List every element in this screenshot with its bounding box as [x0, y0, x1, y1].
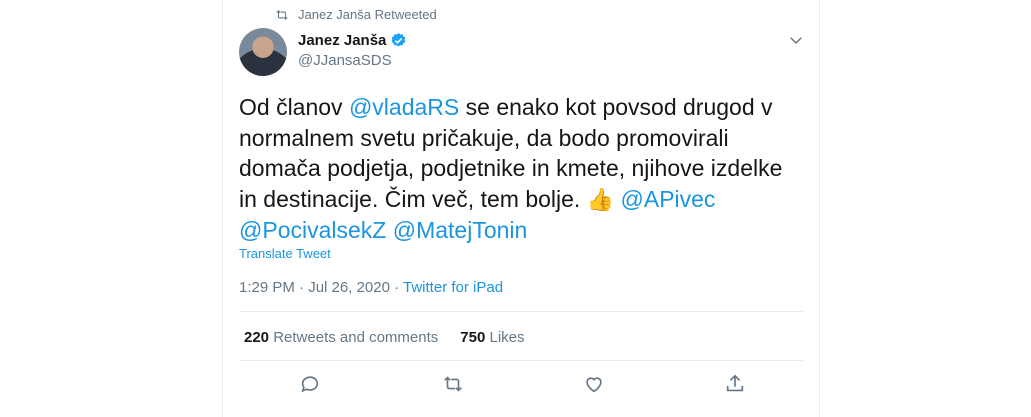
retweets-count: 220 — [244, 329, 270, 346]
tweet-time[interactable]: 1:29 PM — [239, 279, 295, 296]
avatar[interactable] — [239, 28, 287, 76]
retweet-context[interactable]: Janez Janša Retweeted — [275, 7, 437, 22]
tweet-text-part: Od članov — [239, 94, 349, 120]
tweet-card: Janez Janša Retweeted Janez Janša @JJans… — [222, 0, 820, 417]
retweet-button[interactable] — [442, 373, 466, 397]
tweet-source-link[interactable]: Twitter for iPad — [403, 279, 503, 296]
author-handle[interactable]: @JJansaSDS — [298, 52, 392, 69]
tweet-text: Od članov @vladaRS se enako kot povsod d… — [239, 92, 799, 246]
mention-link[interactable]: @APivec — [621, 186, 716, 212]
retweet-icon — [276, 9, 288, 20]
share-button[interactable] — [724, 373, 748, 397]
retweets-stat[interactable]: 220 Retweets and comments — [244, 329, 438, 346]
meta-separator: · — [389, 279, 404, 296]
translate-tweet-link[interactable]: Translate Tweet — [239, 246, 331, 261]
author-name-row[interactable]: Janez Janša — [298, 32, 407, 49]
meta-separator: · — [294, 279, 309, 296]
retweet-icon — [444, 376, 462, 392]
mention-link[interactable]: @vladaRS — [349, 94, 459, 120]
share-icon — [726, 374, 744, 392]
likes-label: Likes — [489, 329, 525, 346]
divider — [239, 360, 803, 361]
tweet-meta: 1:29 PM · Jul 26, 2020 · Twitter for iPa… — [239, 279, 503, 296]
mention-link[interactable]: @PocivalsekZ — [239, 217, 386, 243]
like-icon — [586, 377, 602, 393]
likes-count: 750 — [460, 329, 486, 346]
tweet-stats: 220 Retweets and comments 750 Likes — [244, 329, 547, 346]
retweets-label: Retweets and comments — [273, 329, 439, 346]
thumbs-up-emoji: 👍 — [586, 186, 615, 212]
mention-link[interactable]: @MatejTonin — [393, 217, 528, 243]
verified-badge-icon — [392, 33, 406, 47]
likes-stat[interactable]: 750 Likes — [460, 329, 524, 346]
chevron-down-icon[interactable] — [787, 31, 805, 49]
author-name[interactable]: Janez Janša — [298, 32, 386, 49]
retweet-context-label: Janez Janša Retweeted — [298, 7, 437, 22]
tweet-date[interactable]: Jul 26, 2020 — [308, 279, 390, 296]
divider — [239, 311, 803, 312]
reply-button[interactable] — [299, 373, 323, 397]
tweet-actions — [223, 373, 821, 403]
reply-icon — [301, 376, 319, 393]
like-button[interactable] — [583, 373, 607, 397]
